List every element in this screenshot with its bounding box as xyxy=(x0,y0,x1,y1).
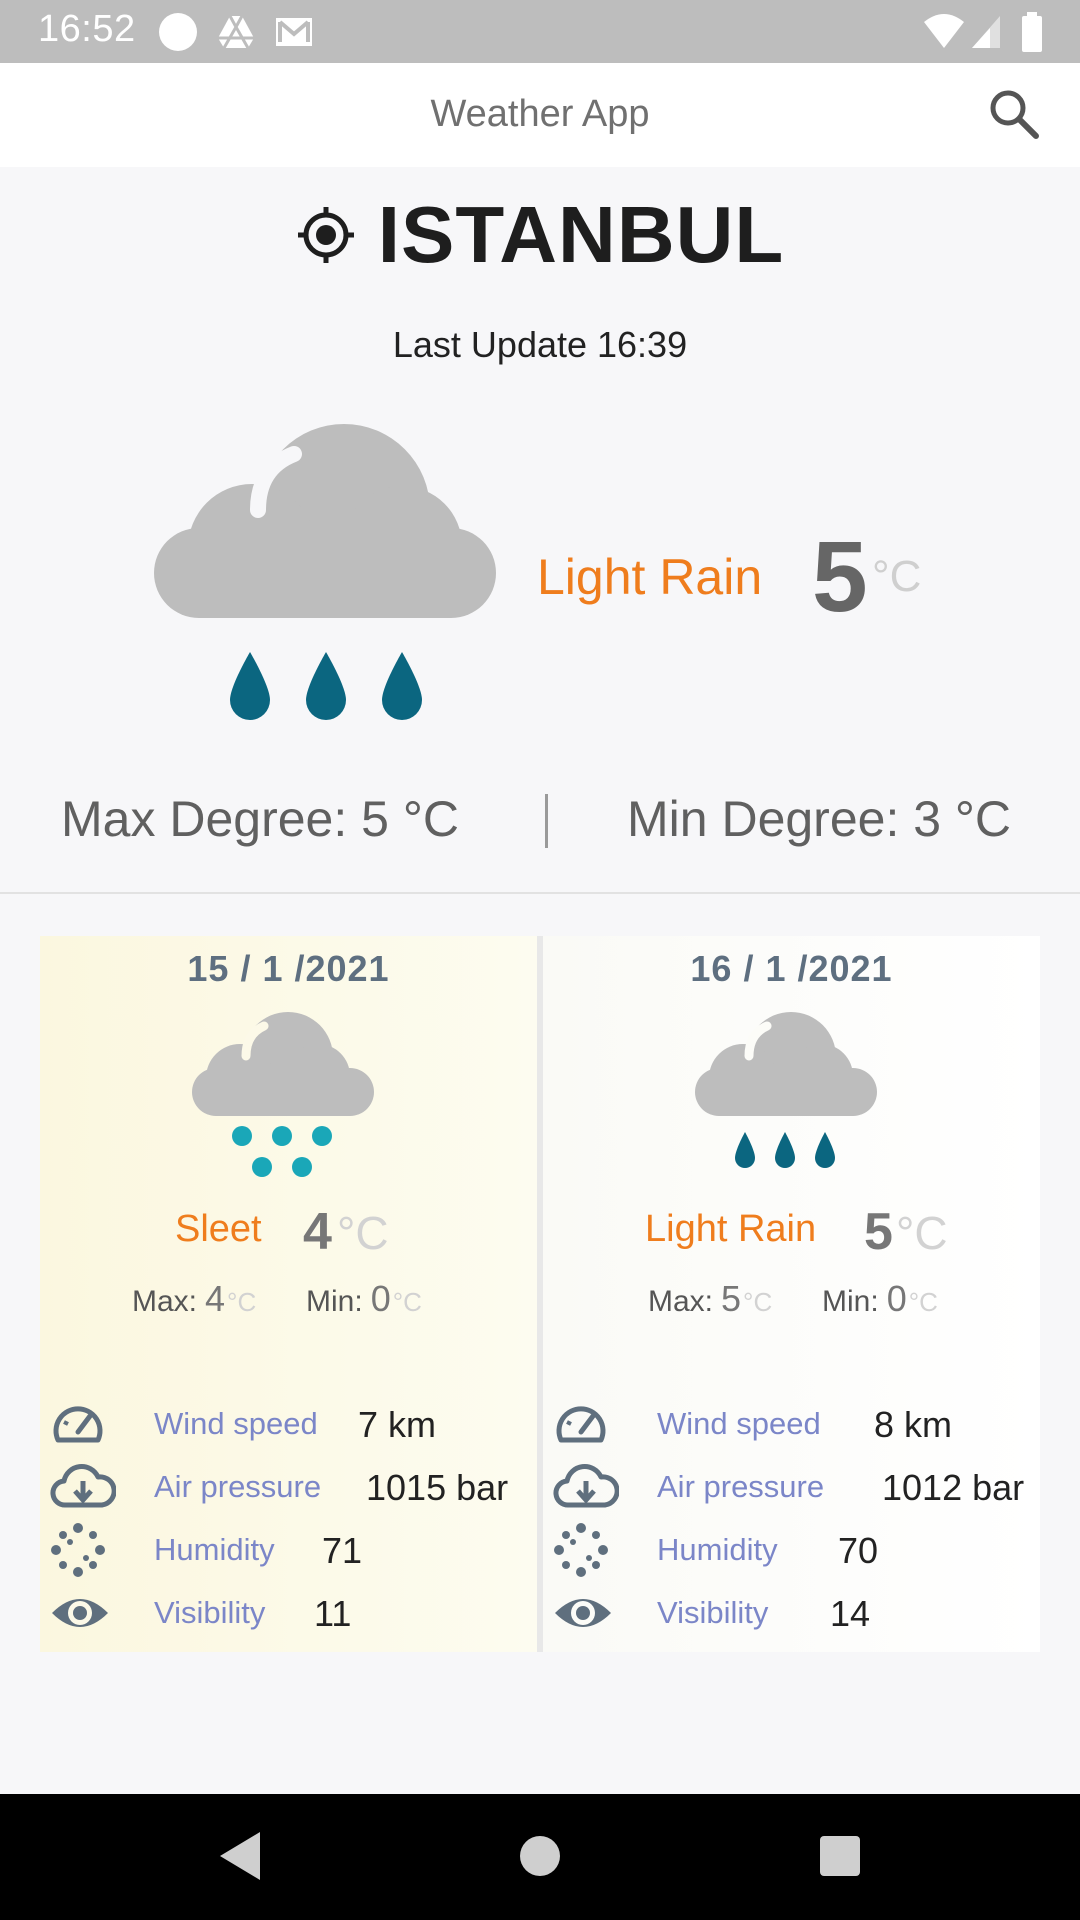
detail-row-visibility: Visibility 11 xyxy=(40,1585,537,1641)
min-unit: °C xyxy=(908,1287,938,1317)
max-label: Max: xyxy=(132,1285,198,1318)
light-rain-icon xyxy=(154,424,496,720)
detail-value: 8 km xyxy=(874,1404,953,1445)
system-nav-bar xyxy=(0,1794,1080,1920)
forecast-card[interactable]: 16 / 1 /2021 Light Rain 5 °C Max: 5°C Min… xyxy=(543,936,1040,1652)
detail-label: Visibility xyxy=(154,1595,266,1630)
eye-icon xyxy=(555,1599,611,1627)
detail-label: Air pressure xyxy=(154,1469,322,1504)
status-bar: 16:52 xyxy=(0,0,1080,63)
detail-value: 7 km xyxy=(358,1404,437,1445)
max-value: 5 xyxy=(721,1278,742,1319)
humidity-dots-icon xyxy=(51,1523,105,1577)
detail-value: 1015 bar xyxy=(366,1467,509,1508)
home-icon[interactable] xyxy=(512,1826,568,1886)
max-unit: °C xyxy=(227,1287,257,1317)
detail-label: Humidity xyxy=(154,1532,275,1567)
drive-icon xyxy=(218,15,254,49)
city-header: ISTANBUL xyxy=(0,190,1080,280)
max-unit: °C xyxy=(743,1287,773,1317)
forecast-temperature-unit: °C xyxy=(337,1207,389,1259)
forecast-temperature: 5 xyxy=(864,1203,893,1261)
detail-label: Wind speed xyxy=(154,1406,318,1441)
detail-row-pressure: Air pressure 1012 bar xyxy=(543,1459,1040,1515)
recents-icon[interactable] xyxy=(812,1826,868,1886)
range-divider xyxy=(545,794,548,848)
detail-value: 11 xyxy=(314,1593,352,1634)
max-degree: Max Degree: 5 °C xyxy=(61,791,459,847)
sleet-icon xyxy=(192,1012,374,1177)
forecast-min: Min: 0°C xyxy=(306,1278,422,1320)
min-unit: °C xyxy=(392,1287,422,1317)
forecast-date: 15 / 1 /2021 xyxy=(187,948,390,989)
detail-row-humidity: Humidity 70 xyxy=(543,1522,1040,1578)
speedometer-icon xyxy=(556,1406,606,1443)
max-value: 4 xyxy=(205,1278,226,1319)
battery-icon xyxy=(1022,12,1042,52)
notification-dot-icon xyxy=(159,13,197,51)
app-bar: Weather App xyxy=(0,63,1080,167)
detail-label: Humidity xyxy=(657,1532,778,1567)
current-temperature: 5 xyxy=(812,521,868,633)
last-update-time: 16:39 xyxy=(597,324,688,365)
detail-value: 1012 bar xyxy=(882,1467,1025,1508)
cloud-download-icon xyxy=(50,1464,116,1508)
detail-value: 14 xyxy=(830,1593,871,1634)
wifi-icon xyxy=(924,14,964,48)
city-name: ISTANBUL xyxy=(377,190,785,279)
humidity-dots-icon xyxy=(554,1523,608,1577)
eye-icon xyxy=(52,1599,108,1627)
min-value: 0 xyxy=(370,1278,391,1319)
light-rain-icon xyxy=(695,1012,877,1168)
back-icon[interactable] xyxy=(212,1826,268,1886)
forecast-temperature: 4 xyxy=(303,1203,332,1261)
max-label: Max: xyxy=(648,1285,714,1318)
search-icon[interactable] xyxy=(986,86,1042,142)
min-label: Min: xyxy=(822,1285,879,1318)
signal-icon xyxy=(972,16,1000,48)
last-update: Last Update 16:39 xyxy=(0,324,1080,366)
cloud-download-icon xyxy=(553,1464,619,1508)
detail-label: Wind speed xyxy=(657,1406,821,1441)
current-condition: Light Rain xyxy=(537,549,763,605)
detail-value: 70 xyxy=(838,1530,879,1571)
min-degree: Min Degree: 3 °C xyxy=(627,791,1012,847)
forecast-temperature-unit: °C xyxy=(896,1207,948,1259)
detail-row-wind: Wind speed 7 km xyxy=(40,1396,537,1452)
detail-label: Air pressure xyxy=(657,1469,825,1504)
last-update-label: Last Update xyxy=(392,324,588,365)
gps-location-icon[interactable] xyxy=(296,205,356,265)
forecast-card[interactable]: 15 / 1 /2021 Sleet 4 °C Max: 4°C Min: 0°C … xyxy=(40,936,537,1652)
status-time: 16:52 xyxy=(38,8,136,50)
forecast-max: Max: 4°C xyxy=(132,1278,256,1320)
detail-row-visibility: Visibility 14 xyxy=(543,1585,1040,1641)
detail-row-pressure: Air pressure 1015 bar xyxy=(40,1459,537,1515)
speedometer-icon xyxy=(53,1406,103,1443)
forecast-min: Min: 0°C xyxy=(822,1278,938,1320)
min-value: 0 xyxy=(886,1278,907,1319)
detail-value: 71 xyxy=(322,1530,363,1571)
forecast-condition: Sleet xyxy=(175,1208,262,1250)
section-divider xyxy=(0,892,1080,894)
detail-row-wind: Wind speed 8 km xyxy=(543,1396,1040,1452)
gmail-icon xyxy=(276,18,312,46)
forecast-date: 16 / 1 /2021 xyxy=(690,948,893,989)
app-title: Weather App xyxy=(430,93,650,135)
current-temperature-unit: °C xyxy=(872,552,922,601)
min-label: Min: xyxy=(306,1285,363,1318)
detail-label: Visibility xyxy=(657,1595,769,1630)
forecast-max: Max: 5°C xyxy=(648,1278,772,1320)
forecast-condition: Light Rain xyxy=(645,1208,817,1250)
detail-row-humidity: Humidity 71 xyxy=(40,1522,537,1578)
